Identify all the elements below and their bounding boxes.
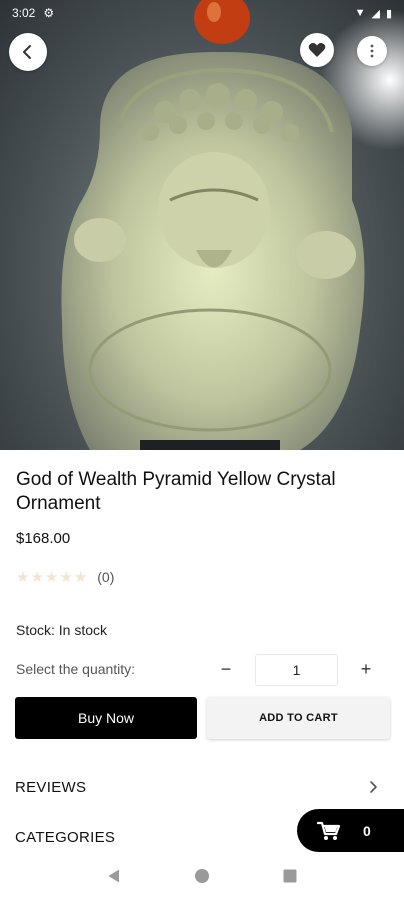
status-time: 3:02 <box>12 6 36 20</box>
stock-value: In stock <box>58 622 108 638</box>
favorite-button[interactable] <box>300 33 334 67</box>
star-icon: ★ <box>44 568 59 586</box>
wifi-icon: ▼ <box>354 7 366 19</box>
add-to-cart-button[interactable]: ADD TO CART <box>207 697 390 739</box>
buy-now-button[interactable]: Buy Now <box>15 697 197 739</box>
cart-count-badge: 0 <box>363 822 371 839</box>
cart-button[interactable]: 0 <box>297 809 404 852</box>
categories-label: CATEGORIES <box>15 828 116 846</box>
quantity-decrease-button[interactable]: − <box>214 659 238 680</box>
jade-pendant-image <box>61 0 404 450</box>
stock-status: Stock: In stock <box>16 622 107 638</box>
more-vertical-icon <box>370 44 374 58</box>
rating-row[interactable]: ★ ★ ★ ★ ★ (0) <box>16 569 114 585</box>
reviews-label: REVIEWS <box>15 778 87 796</box>
chevron-left-icon <box>23 45 31 59</box>
android-navigation-bar <box>0 852 404 900</box>
back-button[interactable] <box>9 33 47 71</box>
stock-label: Stock: <box>16 622 55 638</box>
chevron-right-icon <box>370 781 377 793</box>
product-image[interactable]: 3:02 ⚙ ▼ ◢ ▮ <box>0 0 404 450</box>
status-bar: 3:02 ⚙ ▼ ◢ ▮ <box>0 0 404 26</box>
categories-section-row[interactable]: CATEGORIES <box>15 822 115 852</box>
quantity-increase-button[interactable]: + <box>354 659 378 680</box>
signal-icon: ◢ <box>371 7 380 20</box>
circle-home-icon[interactable] <box>194 868 210 884</box>
reviews-section-row[interactable]: REVIEWS <box>15 770 378 804</box>
quantity-label: Select the quantity: <box>16 661 136 677</box>
quantity-input[interactable]: 1 <box>255 654 338 686</box>
star-icon: ★ <box>73 568 88 586</box>
triangle-back-icon[interactable] <box>106 868 122 884</box>
star-icon: ★ <box>30 568 44 586</box>
square-recents-icon[interactable] <box>282 868 298 884</box>
star-icon: ★ <box>16 568 30 586</box>
product-price: $168.00 <box>16 530 71 547</box>
product-title: God of Wealth Pyramid Yellow Crystal Orn… <box>16 469 336 514</box>
more-options-button[interactable] <box>357 36 387 66</box>
battery-icon: ▮ <box>385 7 392 20</box>
star-rating: ★ ★ ★ ★ ★ <box>16 570 87 585</box>
heart-icon <box>308 43 326 57</box>
review-count: (0) <box>97 569 115 585</box>
gear-icon: ⚙ <box>43 6 55 20</box>
shopping-cart-icon <box>317 821 341 840</box>
star-icon: ★ <box>59 568 73 586</box>
